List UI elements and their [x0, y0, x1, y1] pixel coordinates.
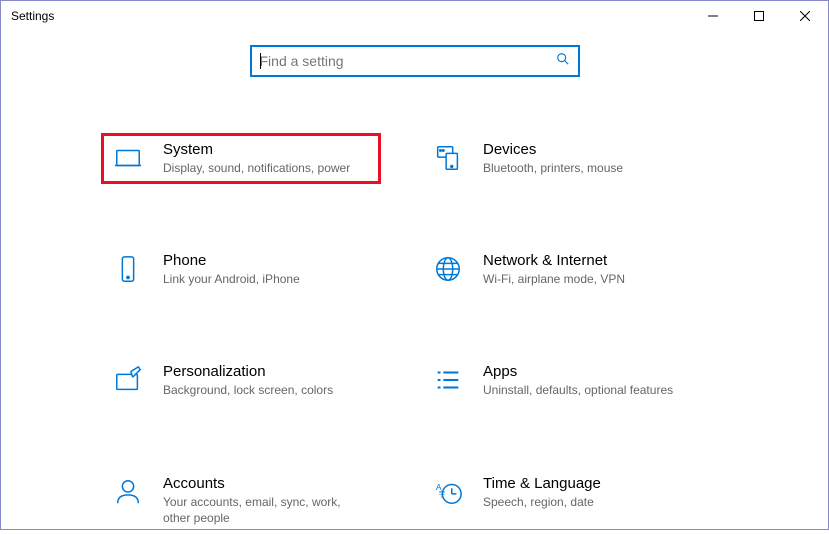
category-time[interactable]: A字 Time & Language Speech, region, date [421, 467, 701, 534]
search-box[interactable] [250, 45, 580, 77]
phone-icon [111, 252, 145, 284]
apps-icon [431, 363, 465, 395]
accounts-icon [111, 475, 145, 507]
category-title: Network & Internet [483, 252, 691, 269]
category-network[interactable]: Network & Internet Wi-Fi, airplane mode,… [421, 244, 701, 295]
titlebar: Settings [1, 1, 828, 31]
category-accounts[interactable]: Accounts Your accounts, email, sync, wor… [101, 467, 381, 534]
category-desc: Link your Android, iPhone [163, 271, 371, 287]
window-title: Settings [11, 9, 54, 23]
category-desc: Wi-Fi, airplane mode, VPN [483, 271, 691, 287]
category-system[interactable]: System Display, sound, notifications, po… [101, 133, 381, 184]
svg-text:A: A [436, 482, 442, 492]
category-devices[interactable]: Devices Bluetooth, printers, mouse [421, 133, 701, 184]
category-title: Phone [163, 252, 371, 269]
close-button[interactable] [782, 1, 828, 31]
category-title: Apps [483, 363, 691, 380]
minimize-button[interactable] [690, 1, 736, 31]
category-desc: Display, sound, notifications, power [163, 160, 371, 176]
network-icon [431, 252, 465, 284]
maximize-button[interactable] [736, 1, 782, 31]
category-desc: Your accounts, email, sync, work, other … [163, 494, 371, 526]
category-phone[interactable]: Phone Link your Android, iPhone [101, 244, 381, 295]
search-input[interactable] [260, 53, 556, 69]
category-title: Accounts [163, 475, 371, 492]
category-desc: Bluetooth, printers, mouse [483, 160, 691, 176]
personalization-icon [111, 363, 145, 395]
svg-text:字: 字 [439, 489, 446, 498]
category-title: System [163, 141, 371, 158]
category-title: Personalization [163, 363, 371, 380]
window-controls [690, 1, 828, 31]
category-desc: Background, lock screen, colors [163, 382, 371, 398]
categories-grid: System Display, sound, notifications, po… [1, 133, 828, 534]
category-title: Devices [483, 141, 691, 158]
category-title: Time & Language [483, 475, 691, 492]
category-desc: Speech, region, date [483, 494, 691, 510]
time-icon: A字 [431, 475, 465, 507]
devices-icon [431, 141, 465, 173]
search-container [1, 45, 828, 77]
system-icon [111, 141, 145, 173]
category-personalization[interactable]: Personalization Background, lock screen,… [101, 355, 381, 406]
search-icon [556, 52, 570, 71]
category-apps[interactable]: Apps Uninstall, defaults, optional featu… [421, 355, 701, 406]
text-cursor [260, 53, 261, 69]
category-desc: Uninstall, defaults, optional features [483, 382, 691, 398]
